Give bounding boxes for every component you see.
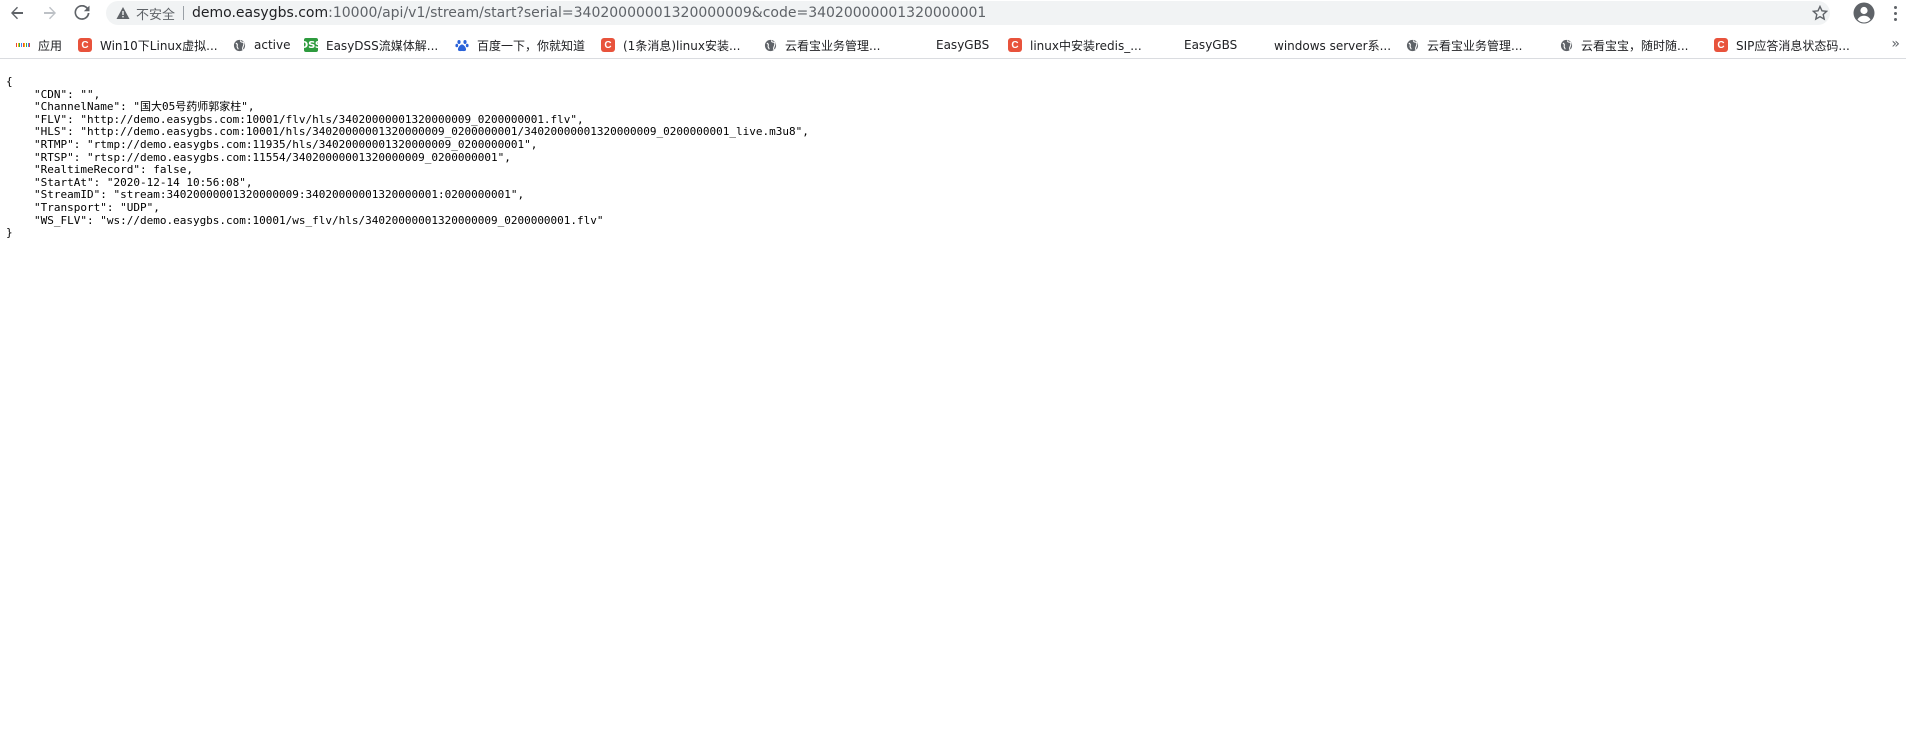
bookmark-label: 应用 (38, 38, 63, 53)
bookmark-item[interactable]: T EasyGBS (906, 33, 997, 57)
csdn-icon: C (1008, 38, 1022, 52)
json-line-text: "Transport": "UDP", (34, 200, 160, 214)
easydss-icon: DSS (299, 38, 323, 52)
easygbs-t-icon: T (1165, 39, 1173, 51)
omnibox-separator (183, 6, 185, 20)
reload-button[interactable] (69, 0, 95, 26)
bookmark-item[interactable]: Clinux中安装redis_... (1000, 33, 1150, 57)
bookmark-label: 云看宝业务管理... (1427, 38, 1523, 53)
bookmark-item[interactable]: T EasyGBS (1154, 33, 1245, 57)
globe-icon (232, 38, 246, 52)
bookmark-star-icon[interactable] (1811, 4, 1829, 22)
json-line-text: "CDN": "", (34, 87, 101, 101)
back-button[interactable] (4, 0, 30, 26)
globe-icon (1559, 38, 1573, 52)
json-line: "WS_FLV": "ws://demo.easygbs.com:10001/w… (6, 213, 1896, 228)
bookmarks-bar: 应用 C Win10下Linux虚拟... active DSS EasyDSS流媒体解.… (0, 32, 1906, 59)
json-line-text: } (6, 226, 13, 240)
json-line: } (6, 226, 1896, 240)
json-line-text: "HLS": "http://demo.easygbs.com:10001/hl… (34, 125, 809, 139)
json-line: "RealtimeRecord": false, (6, 163, 1896, 177)
json-response-body: {"CDN": "", "ChannelName": "国大05号药师郭家柱", "… (6, 75, 1896, 240)
reload-icon (74, 5, 90, 20)
bookmark-label: 百度一下，你就知道 (477, 38, 586, 53)
bookmark-label: 云看宝业务管理... (785, 38, 881, 53)
url-path[interactable]: :10000/api/v1/stream/start?serial=340200… (328, 5, 986, 21)
globe-icon (763, 38, 777, 52)
bookmark-item[interactable]: ☁ windows server系... (1244, 33, 1399, 57)
bookmark-label: windows server系... (1274, 38, 1392, 53)
json-line-text: "RTSP": "rtsp://demo.easygbs.com:11554/3… (34, 150, 511, 164)
bookmark-label: linux中安装redis_... (1030, 38, 1142, 53)
csdn-icon: C (78, 38, 92, 52)
url-host[interactable]: demo.easygbs.com (192, 5, 328, 21)
csdn-icon: C (601, 38, 615, 52)
easygbs-t-icon: T (917, 39, 925, 51)
bookmark-item[interactable]: 云看宝宝，随时随... (1551, 33, 1696, 57)
arrow-left-icon (11, 6, 23, 20)
json-line: { (6, 75, 1896, 89)
json-line-text: "StreamID": "stream:34020000001320000009… (34, 188, 525, 202)
bookmark-label: active (254, 38, 291, 52)
baidu-paw-icon (455, 38, 469, 52)
json-line-text: { (6, 75, 13, 88)
bookmark-item[interactable]: C Win10下Linux虚拟... (70, 33, 226, 57)
json-line-text: "RealtimeRecord": false, (34, 163, 193, 177)
json-line: "RTSP": "rtsp://demo.easygbs.com:11554/3… (6, 150, 1896, 165)
json-line-text: "StartAt": "2020-12-14 10:56:08", (34, 175, 253, 189)
more-bookmarks-icon[interactable]: » (1891, 36, 1900, 52)
cloud-icon: ☁ (1254, 39, 1264, 51)
json-line: "StreamID": "stream:34020000001320000009… (6, 189, 1896, 202)
json-line-text: "RTMP": "rtmp://demo.easygbs.com:11935/h… (34, 137, 538, 151)
bookmark-label: 云看宝宝，随时随... (1581, 38, 1689, 53)
csdn-icon: C (1714, 38, 1728, 52)
bookmark-item[interactable]: 百度一下，你就知道 (447, 33, 593, 57)
json-line: "CDN": "", (6, 87, 1896, 102)
bookmark-item[interactable]: C (1条消息)linux安装... (593, 33, 748, 57)
arrow-right-icon (44, 6, 56, 20)
json-line-text: "FLV": "http://demo.easygbs.com:10001/fl… (34, 112, 584, 126)
bookmark-item[interactable]: 应用 (8, 33, 70, 57)
bookmark-item[interactable]: 云看宝业务管理... (1397, 33, 1530, 57)
profile-avatar-icon[interactable] (1852, 1, 1876, 25)
bookmark-item[interactable]: active (224, 33, 298, 57)
warning-triangle-icon[interactable] (116, 6, 130, 20)
bookmark-label: EasyGBS (1184, 38, 1238, 52)
bookmark-label: SIP应答消息状态码... (1736, 38, 1850, 53)
address-bar[interactable]: 不安全 demo.easygbs.com:10000/api/v1/stream… (106, 1, 1830, 25)
json-line-text: "WS_FLV": "ws://demo.easygbs.com:10001/w… (34, 213, 604, 227)
security-label[interactable]: 不安全 (136, 4, 175, 23)
bookmark-label: EasyGBS (936, 38, 990, 52)
apps-grid-icon (15, 38, 31, 52)
bookmark-label: EasyDSS流媒体解... (326, 38, 439, 53)
browser-menu-icon[interactable] (1888, 3, 1902, 23)
bookmark-item[interactable]: DSS EasyDSS流媒体解... (296, 33, 446, 57)
json-line-text: "ChannelName": "国大05号药师郭家柱", (34, 100, 255, 114)
bookmark-label: (1条消息)linux安装... (623, 38, 741, 53)
globe-icon (1405, 38, 1419, 52)
bookmark-item[interactable]: C SIP应答消息状态码... (1706, 33, 1858, 57)
browser-toolbar: 不安全 demo.easygbs.com:10000/api/v1/stream… (0, 0, 1906, 26)
bookmark-label: Win10下Linux虚拟... (100, 38, 218, 53)
bookmark-item[interactable]: 云看宝业务管理... (755, 33, 888, 57)
forward-button[interactable] (37, 0, 63, 26)
